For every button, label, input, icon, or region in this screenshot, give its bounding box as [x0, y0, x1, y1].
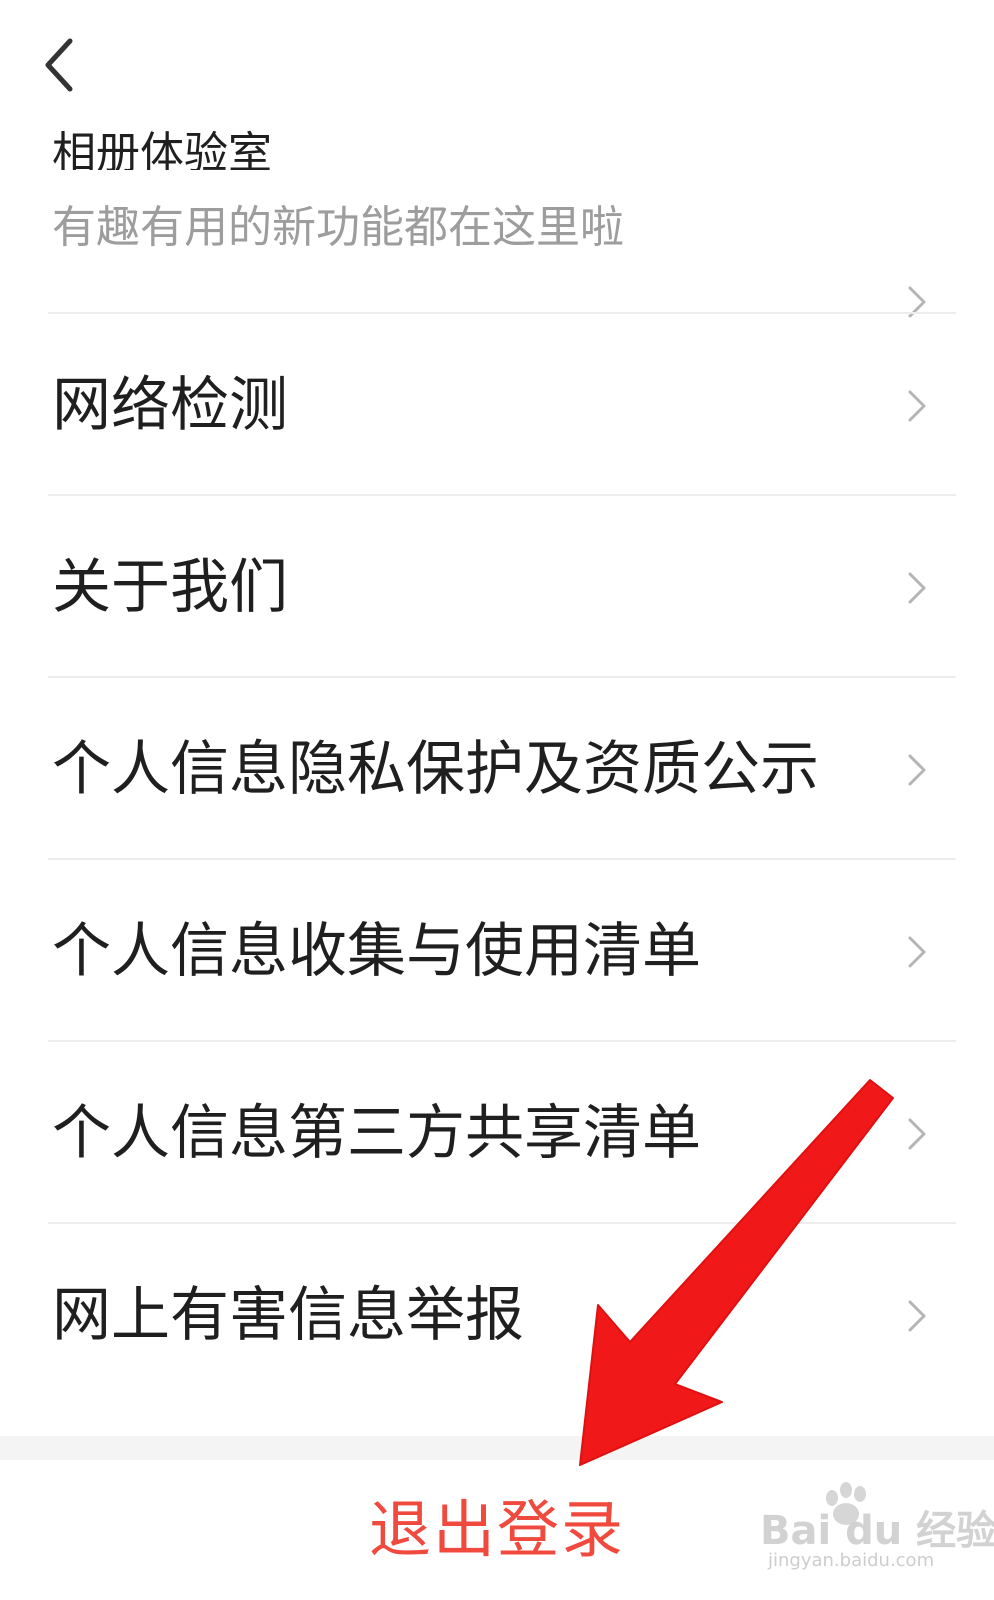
- settings-item-label: 个人信息收集与使用清单: [52, 916, 702, 985]
- logout-label: 退出登录: [368, 1493, 625, 1566]
- settings-item-harmful-info-report[interactable]: 网上有害信息举报: [48, 1224, 956, 1404]
- settings-item-label: 网上有害信息举报: [52, 1280, 525, 1349]
- back-button[interactable]: [30, 30, 90, 100]
- chevron-right-icon: [908, 1118, 926, 1150]
- chevron-right-icon: [908, 936, 926, 968]
- settings-item-album-lab[interactable]: 相册体验室 有趣有用的新功能都在这里啦: [48, 120, 956, 320]
- settings-item-label: 个人信息隐私保护及资质公示: [52, 734, 820, 803]
- settings-item-label: 网络检测: [52, 370, 289, 439]
- settings-item-info-collection-list[interactable]: 个人信息收集与使用清单: [48, 860, 956, 1040]
- settings-item-third-party-sharing-list[interactable]: 个人信息第三方共享清单: [48, 1042, 956, 1222]
- baidu-jingyan-watermark: Bai du 经验 jingyan.baidu.com: [760, 1480, 994, 1590]
- settings-item-network-check[interactable]: 网络检测: [48, 314, 956, 494]
- settings-item-title-clipped: 相册体验室: [52, 128, 272, 170]
- chevron-right-icon: [908, 1300, 926, 1332]
- settings-item-label: 关于我们: [52, 552, 289, 621]
- settings-item-privacy-protection[interactable]: 个人信息隐私保护及资质公示: [48, 678, 956, 858]
- section-gap: [0, 1436, 994, 1460]
- watermark-url: jingyan.baidu.com: [768, 1550, 935, 1571]
- watermark-text: Bai du 经验: [760, 1508, 994, 1554]
- chevron-right-icon: [908, 572, 926, 604]
- settings-item-subtitle: 有趣有用的新功能都在这里啦: [52, 202, 624, 253]
- chevron-right-icon: [908, 754, 926, 786]
- chevron-right-icon: [908, 390, 926, 422]
- chevron-left-icon: [45, 38, 73, 92]
- settings-item-label: 个人信息第三方共享清单: [52, 1098, 702, 1167]
- settings-item-about-us[interactable]: 关于我们: [48, 496, 956, 676]
